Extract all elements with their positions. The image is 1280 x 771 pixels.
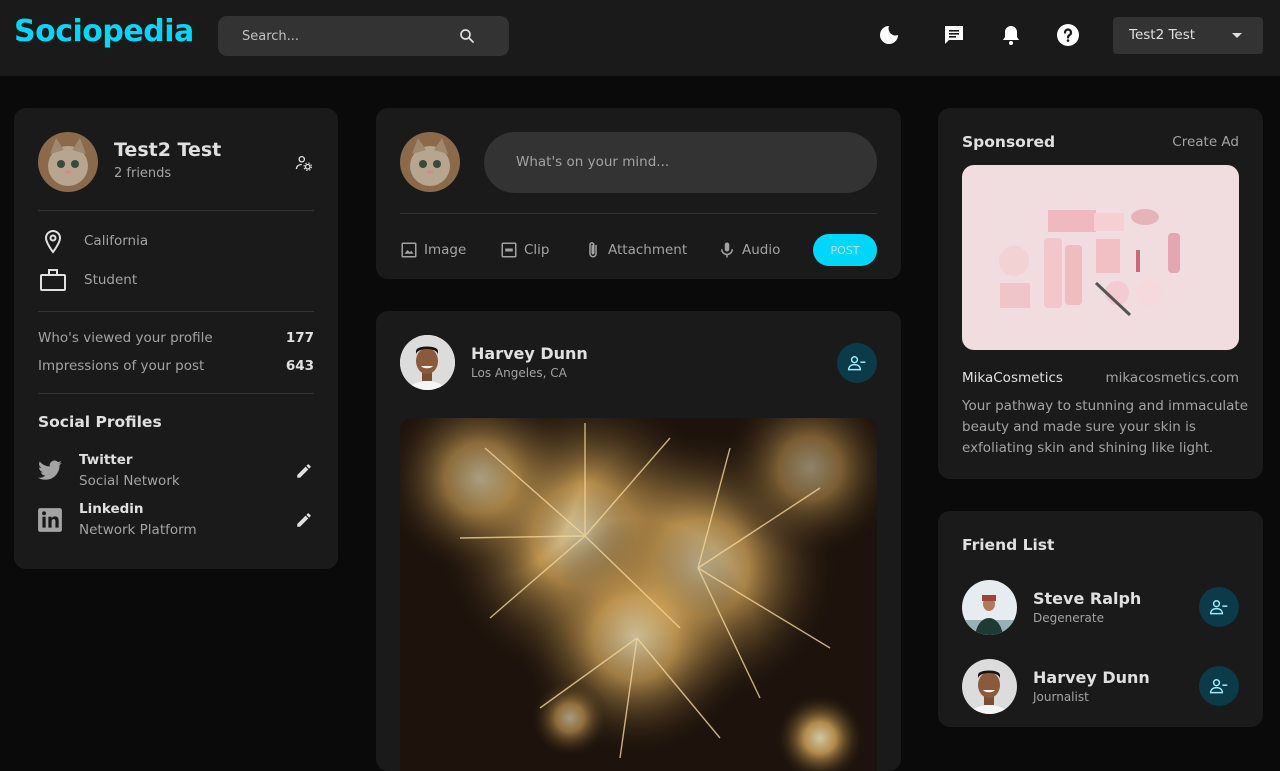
post-author[interactable]: Harvey Dunn bbox=[471, 344, 588, 363]
post-image[interactable] bbox=[400, 418, 877, 771]
avatar[interactable] bbox=[400, 335, 455, 390]
create-ad-link[interactable]: Create Ad bbox=[1172, 134, 1239, 150]
friend-name[interactable]: Steve Ralph bbox=[1033, 589, 1141, 608]
friend-name[interactable]: Harvey Dunn bbox=[1033, 668, 1150, 687]
clip-action[interactable]: Clip bbox=[500, 239, 550, 261]
edit-icon[interactable] bbox=[294, 461, 314, 481]
stat-label-profile-views: Who's viewed your profile bbox=[38, 330, 213, 346]
ad-description-line: beauty and made sure your skin is bbox=[962, 419, 1196, 435]
social-name-twitter: Twitter bbox=[79, 452, 133, 468]
edit-icon[interactable] bbox=[294, 510, 314, 530]
friend-role: Degenerate bbox=[1033, 611, 1104, 625]
attachment-icon bbox=[589, 242, 597, 258]
location-icon bbox=[38, 228, 68, 256]
navbar: Sociopedia Test2 Test bbox=[0, 0, 1280, 76]
sponsored-title: Sponsored bbox=[962, 133, 1056, 151]
app-logo[interactable]: Sociopedia bbox=[14, 14, 194, 49]
search-icon[interactable] bbox=[458, 27, 476, 45]
image-action-label: Image bbox=[424, 242, 467, 258]
friends-count: 2 friends bbox=[114, 166, 172, 181]
chevron-down-icon bbox=[1232, 33, 1242, 38]
ad-description-line: Your pathway to stunning and immaculate bbox=[962, 398, 1249, 414]
profile-location: California bbox=[84, 233, 149, 249]
social-desc-twitter: Social Network bbox=[79, 473, 180, 489]
linkedin-icon bbox=[36, 507, 64, 533]
avatar[interactable] bbox=[38, 132, 98, 192]
clip-action-label: Clip bbox=[524, 242, 550, 258]
post-location: Los Angeles, CA bbox=[471, 366, 567, 380]
social-profiles-title: Social Profiles bbox=[38, 413, 162, 431]
post-button[interactable]: POST bbox=[813, 234, 877, 266]
twitter-icon bbox=[36, 458, 64, 484]
audio-action[interactable]: Audio bbox=[718, 239, 780, 261]
stat-label-impressions: Impressions of your post bbox=[38, 358, 205, 374]
divider bbox=[38, 393, 314, 394]
avatar[interactable] bbox=[962, 580, 1017, 635]
friend-role: Journalist bbox=[1033, 690, 1089, 704]
post-input-placeholder: What's on your mind... bbox=[516, 154, 670, 170]
remove-friend-button[interactable] bbox=[837, 343, 877, 383]
post-button-label: POST bbox=[830, 243, 860, 257]
person-remove-icon bbox=[1209, 600, 1228, 615]
stat-value-profile-views: 177 bbox=[285, 330, 314, 346]
profile-name[interactable]: Test2 Test bbox=[114, 139, 221, 161]
manage-accounts-icon[interactable] bbox=[294, 153, 314, 173]
ad-image[interactable] bbox=[962, 165, 1239, 350]
divider bbox=[400, 213, 877, 214]
avatar[interactable] bbox=[962, 659, 1017, 714]
ad-url[interactable]: mikacosmetics.com bbox=[1105, 370, 1239, 386]
gif-icon bbox=[501, 242, 517, 258]
avatar[interactable] bbox=[400, 132, 460, 192]
attachment-action-label: Attachment bbox=[608, 242, 688, 258]
briefcase-icon bbox=[38, 266, 68, 294]
profile-card: Test2 Test 2 friends California Student … bbox=[14, 108, 338, 569]
user-select-value: Test2 Test bbox=[1129, 27, 1196, 43]
person-remove-icon bbox=[847, 356, 866, 371]
image-action[interactable]: Image bbox=[400, 239, 466, 261]
social-name-linkedin: Linkedin bbox=[79, 501, 144, 517]
person-remove-icon bbox=[1209, 679, 1228, 694]
remove-friend-button[interactable] bbox=[1199, 666, 1239, 706]
search-bar bbox=[218, 16, 509, 56]
search-input[interactable] bbox=[242, 16, 462, 56]
friend-list-title: Friend List bbox=[962, 536, 1055, 554]
help-icon[interactable] bbox=[1055, 22, 1081, 48]
social-desc-linkedin: Network Platform bbox=[79, 522, 197, 538]
post-input[interactable]: What's on your mind... bbox=[484, 132, 877, 193]
remove-friend-button[interactable] bbox=[1199, 587, 1239, 627]
attachment-action[interactable]: Attachment bbox=[584, 239, 687, 261]
message-icon[interactable] bbox=[941, 22, 967, 48]
profile-occupation: Student bbox=[84, 272, 138, 288]
post-composer: What's on your mind... Image Clip Attach… bbox=[376, 108, 901, 279]
moon-icon[interactable] bbox=[876, 22, 902, 48]
post-card: Harvey Dunn Los Angeles, CA bbox=[376, 311, 901, 771]
ad-brand[interactable]: MikaCosmetics bbox=[962, 370, 1063, 386]
user-select[interactable]: Test2 Test bbox=[1113, 17, 1263, 54]
sponsored-card: Sponsored Create Ad MikaCosmetics mikaco… bbox=[938, 108, 1263, 479]
stat-value-impressions: 643 bbox=[285, 358, 314, 374]
ad-description-line: exfoliating skin and shining like light. bbox=[962, 440, 1214, 456]
image-icon bbox=[401, 242, 417, 258]
friend-list-card: Friend List Steve Ralph Degenerate Harve… bbox=[938, 511, 1263, 727]
divider bbox=[38, 311, 314, 312]
divider bbox=[38, 210, 314, 211]
bell-icon[interactable] bbox=[998, 22, 1024, 48]
audio-action-label: Audio bbox=[742, 242, 781, 258]
microphone-icon bbox=[721, 242, 733, 258]
